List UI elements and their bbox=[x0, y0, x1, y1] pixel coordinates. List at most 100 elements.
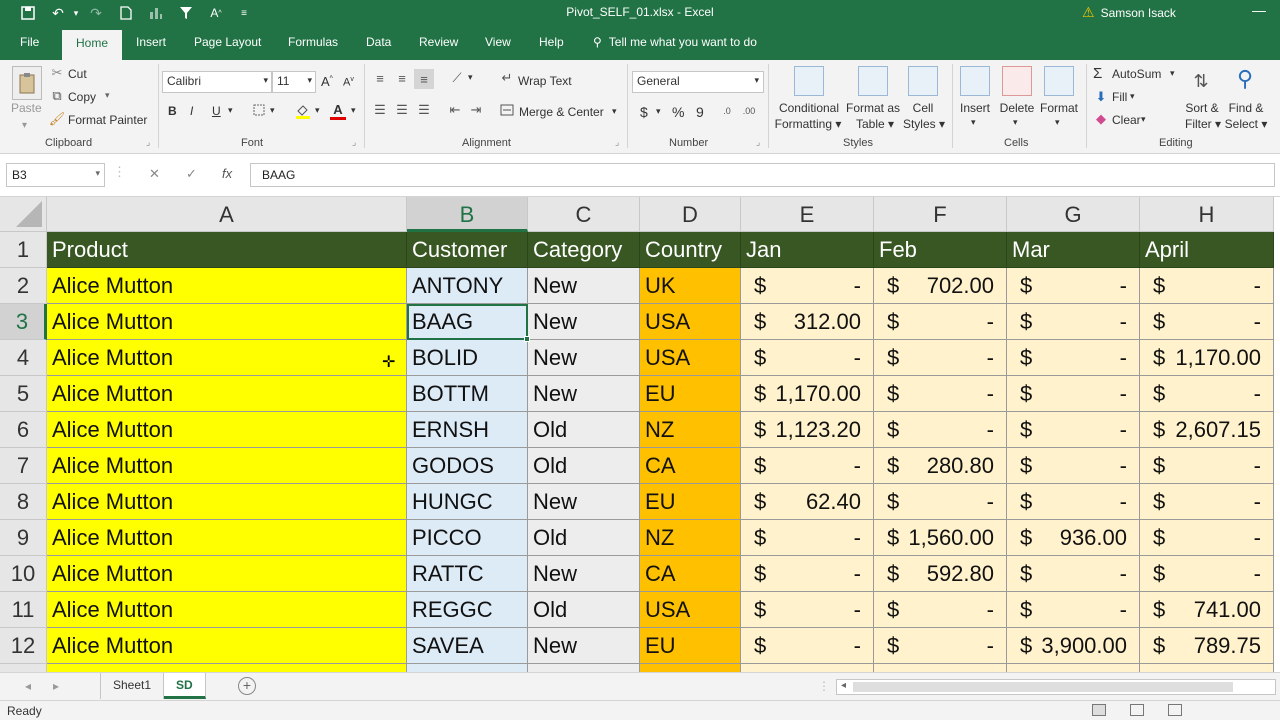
increase-decimal-icon[interactable]: .0 bbox=[718, 103, 736, 119]
tab-formulas[interactable]: Formulas bbox=[288, 35, 338, 49]
format-dropdown-icon[interactable]: ▾ bbox=[1055, 117, 1060, 128]
merge-dropdown-icon[interactable]: ▾ bbox=[612, 106, 617, 117]
cell-a3[interactable]: Alice Mutton bbox=[47, 304, 407, 340]
cell-partial[interactable] bbox=[528, 664, 640, 672]
minimize-icon[interactable]: — bbox=[1252, 2, 1266, 18]
cell-d11[interactable]: USA bbox=[640, 592, 741, 628]
conditional-formatting-line1[interactable]: Conditional bbox=[775, 101, 843, 115]
cell-b11[interactable]: REGGC bbox=[407, 592, 528, 628]
sort-filter-line2[interactable]: Filter ▾ bbox=[1178, 117, 1228, 131]
cell-b2[interactable]: ANTONY bbox=[407, 268, 528, 304]
cell-partial[interactable] bbox=[741, 664, 874, 672]
user-account[interactable]: ⚠ Samson Isack bbox=[1082, 4, 1176, 21]
header-cell-g[interactable]: Mar bbox=[1007, 232, 1140, 268]
cell-h3[interactable]: $ - bbox=[1140, 304, 1274, 340]
clear-button[interactable]: Clear bbox=[1112, 113, 1141, 127]
number-launcher-icon[interactable]: ⌟ bbox=[756, 137, 760, 148]
cell-e4[interactable]: $ - bbox=[741, 340, 874, 376]
font-name-combo[interactable]: Calibri ▾ bbox=[162, 71, 272, 93]
column-header-c[interactable]: C bbox=[528, 197, 640, 232]
cell-a11[interactable]: Alice Mutton bbox=[47, 592, 407, 628]
grow-font-icon[interactable]: A^ bbox=[321, 74, 333, 89]
cell-h12[interactable]: $789.75 bbox=[1140, 628, 1274, 664]
row-header-9[interactable]: 9 bbox=[0, 520, 47, 556]
cell-b5[interactable]: BOTTM bbox=[407, 376, 528, 412]
cell-d6[interactable]: NZ bbox=[640, 412, 741, 448]
header-cell-e[interactable]: Jan bbox=[741, 232, 874, 268]
cell-b10[interactable]: RATTC bbox=[407, 556, 528, 592]
format-as-table-line2[interactable]: Table ▾ bbox=[846, 117, 904, 131]
cut-button[interactable]: Cut bbox=[68, 67, 87, 81]
font-color-icon[interactable]: A bbox=[330, 102, 346, 120]
row-header-8[interactable]: 8 bbox=[0, 484, 47, 520]
cell-g11[interactable]: $ - bbox=[1007, 592, 1140, 628]
font-launcher-icon[interactable]: ⌟ bbox=[352, 137, 356, 148]
tab-review[interactable]: Review bbox=[419, 35, 458, 49]
page-break-view-icon[interactable] bbox=[1168, 704, 1182, 716]
delete-dropdown-icon[interactable]: ▾ bbox=[1013, 117, 1018, 128]
row-header-4[interactable]: 4 bbox=[0, 340, 47, 376]
fill-button[interactable]: Fill bbox=[1112, 90, 1127, 104]
cell-h2[interactable]: $ - bbox=[1140, 268, 1274, 304]
cell-partial[interactable] bbox=[47, 664, 407, 672]
format-cells-button[interactable]: Format bbox=[1037, 101, 1081, 115]
sheet-tab-sd[interactable]: SD bbox=[164, 673, 206, 699]
cell-d8[interactable]: EU bbox=[640, 484, 741, 520]
cell-h10[interactable]: $ - bbox=[1140, 556, 1274, 592]
cell-d5[interactable]: EU bbox=[640, 376, 741, 412]
cell-c4[interactable]: New bbox=[528, 340, 640, 376]
row-header-6[interactable]: 6 bbox=[0, 412, 47, 448]
cell-d3[interactable]: USA bbox=[640, 304, 741, 340]
column-header-a[interactable]: A bbox=[47, 197, 407, 232]
cell-partial[interactable] bbox=[1007, 664, 1140, 672]
tab-home[interactable]: Home bbox=[62, 30, 122, 60]
align-right-icon[interactable]: ☰ bbox=[416, 102, 432, 118]
cell-f5[interactable]: $ - bbox=[874, 376, 1007, 412]
cell-a9[interactable]: Alice Mutton bbox=[47, 520, 407, 556]
cell-a5[interactable]: Alice Mutton bbox=[47, 376, 407, 412]
tab-split-icon[interactable]: ⋮ bbox=[818, 679, 830, 693]
cell-partial[interactable] bbox=[640, 664, 741, 672]
normal-view-icon[interactable] bbox=[1092, 704, 1106, 716]
column-header-b[interactable]: B bbox=[407, 197, 528, 232]
increase-indent-icon[interactable]: ⇥ bbox=[467, 102, 485, 118]
cell-d10[interactable]: CA bbox=[640, 556, 741, 592]
bold-button[interactable]: B bbox=[168, 104, 177, 118]
cell-d7[interactable]: CA bbox=[640, 448, 741, 484]
cell-c9[interactable]: Old bbox=[528, 520, 640, 556]
clear-dropdown-icon[interactable]: ▾ bbox=[1141, 114, 1146, 125]
cell-partial[interactable] bbox=[407, 664, 528, 672]
format-painter-button[interactable]: Format Painter bbox=[68, 113, 147, 127]
fill-color-icon[interactable] bbox=[294, 102, 312, 120]
scrollbar-thumb[interactable] bbox=[853, 682, 1233, 692]
cell-e8[interactable]: $62.40 bbox=[741, 484, 874, 520]
insert-cells-button[interactable]: Insert bbox=[955, 101, 995, 115]
cell-g4[interactable]: $ - bbox=[1007, 340, 1140, 376]
column-header-e[interactable]: E bbox=[741, 197, 874, 232]
paste-label[interactable]: Paste bbox=[11, 101, 42, 115]
alignment-launcher-icon[interactable]: ⌟ bbox=[615, 137, 619, 148]
page-layout-view-icon[interactable] bbox=[1130, 704, 1144, 716]
tab-data[interactable]: Data bbox=[366, 35, 391, 49]
row-header-12[interactable]: 12 bbox=[0, 628, 47, 664]
column-header-g[interactable]: G bbox=[1007, 197, 1140, 232]
name-box[interactable]: B3 ▾ bbox=[6, 163, 105, 187]
cell-a10[interactable]: Alice Mutton bbox=[47, 556, 407, 592]
row-header-5[interactable]: 5 bbox=[0, 376, 47, 412]
sheet-tab-sheet1[interactable]: Sheet1 bbox=[100, 673, 165, 699]
cell-c6[interactable]: Old bbox=[528, 412, 640, 448]
tab-file[interactable]: File bbox=[20, 35, 39, 49]
align-center-icon[interactable]: ☰ bbox=[394, 102, 410, 118]
scroll-left-arrow-icon[interactable]: ◂ bbox=[841, 680, 846, 691]
cell-c5[interactable]: New bbox=[528, 376, 640, 412]
cell-f9[interactable]: $1,560.00 bbox=[874, 520, 1007, 556]
decrease-indent-icon[interactable]: ⇤ bbox=[446, 102, 464, 118]
delete-cells-button[interactable]: Delete bbox=[997, 101, 1037, 115]
sort-filter-line1[interactable]: Sort & bbox=[1180, 101, 1224, 115]
select-all-button[interactable] bbox=[0, 197, 47, 232]
align-left-icon[interactable]: ☰ bbox=[372, 102, 388, 118]
cell-e6[interactable]: $1,123.20 bbox=[741, 412, 874, 448]
cell-f6[interactable]: $ - bbox=[874, 412, 1007, 448]
cell-b9[interactable]: PICCO bbox=[407, 520, 528, 556]
cell-f3[interactable]: $ - bbox=[874, 304, 1007, 340]
